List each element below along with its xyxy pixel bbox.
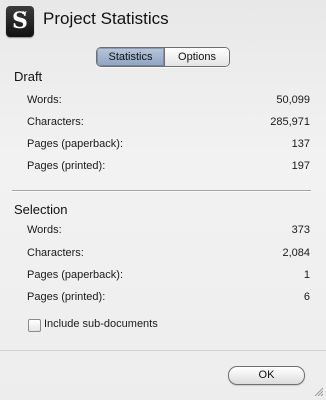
draft-row-pages-paperback: Pages (paperback): 137	[27, 138, 310, 154]
draft-row-pages-printed: Pages (printed): 197	[27, 160, 310, 176]
draft-characters-label: Characters:	[27, 116, 84, 128]
selection-pages-paperback-value: 1	[303, 269, 310, 281]
selection-row-words: Words: 373	[27, 224, 310, 240]
draft-words-value: 50,099	[276, 94, 310, 106]
draft-pages-printed-value: 197	[291, 160, 310, 172]
selection-pages-printed-label: Pages (printed):	[27, 291, 106, 303]
selection-pages-paperback-label: Pages (paperback):	[27, 269, 123, 281]
draft-characters-value: 285,971	[270, 116, 310, 128]
selection-pages-printed-value: 6	[303, 291, 310, 303]
draft-row-characters: Characters: 285,971	[27, 116, 310, 132]
include-subdocuments-checkbox[interactable]	[28, 319, 41, 332]
tab-statistics[interactable]: Statistics	[97, 48, 165, 66]
draft-pages-printed-label: Pages (printed):	[27, 160, 106, 172]
selection-words-label: Words:	[27, 224, 62, 236]
selection-characters-label: Characters:	[27, 247, 84, 259]
app-icon-quote-mark: “	[21, 9, 28, 23]
include-subdocuments-label[interactable]: Include sub-documents	[44, 318, 158, 330]
selection-row-characters: Characters: 2,084	[27, 247, 310, 263]
view-segmented-control: Statistics Options	[96, 47, 230, 67]
draft-pages-paperback-value: 137	[291, 138, 310, 150]
title-bar: S “ Project Statistics	[0, 0, 326, 40]
draft-row-words: Words: 50,099	[27, 94, 310, 110]
draft-words-label: Words:	[27, 94, 62, 106]
selection-words-value: 373	[291, 224, 310, 236]
draft-heading: Draft	[14, 69, 43, 84]
selection-row-pages-printed: Pages (printed): 6	[27, 291, 310, 307]
window-title: Project Statistics	[43, 9, 169, 28]
resize-grip-icon[interactable]	[313, 386, 323, 396]
statistics-window: S “ Project Statistics Statistics Option…	[0, 0, 326, 399]
scrivener-app-icon: S “	[6, 6, 34, 37]
tab-options[interactable]: Options	[165, 48, 229, 66]
draft-pages-paperback-label: Pages (paperback):	[27, 138, 123, 150]
selection-row-pages-paperback: Pages (paperback): 1	[27, 269, 310, 285]
selection-characters-value: 2,084	[282, 247, 310, 259]
ok-button[interactable]: OK	[228, 366, 305, 385]
section-divider	[12, 190, 311, 192]
selection-heading: Selection	[14, 202, 68, 217]
